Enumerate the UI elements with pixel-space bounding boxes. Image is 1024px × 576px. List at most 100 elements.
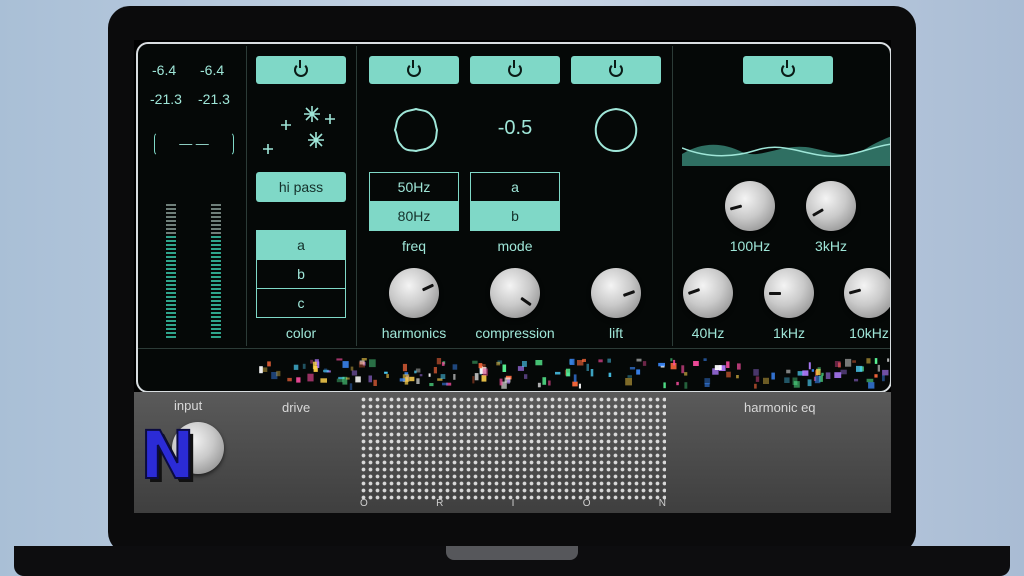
light-speck — [472, 376, 475, 384]
light-reflection-strip — [259, 358, 890, 390]
light-speck — [572, 381, 578, 387]
light-speck — [866, 358, 871, 364]
light-speck — [676, 381, 679, 386]
lift-power-button[interactable] — [571, 56, 661, 84]
hi-pass-button[interactable]: hi pass — [256, 172, 346, 202]
stereo-link-label: — — — [179, 136, 209, 151]
harmonics-power-button[interactable] — [369, 56, 459, 84]
freq-option-80hz[interactable]: 80Hz — [369, 201, 459, 231]
color-option-a[interactable]: a — [256, 230, 346, 260]
light-speck — [714, 365, 722, 370]
stereo-link-toggle[interactable]: — — — [154, 132, 234, 156]
light-speck — [811, 369, 814, 372]
light-speck — [496, 361, 501, 366]
light-speck — [399, 378, 406, 382]
light-speck — [868, 382, 875, 389]
light-speck — [625, 378, 632, 386]
eq-1khz-knob[interactable] — [764, 268, 814, 318]
peak-right-readout: -6.4 — [200, 62, 225, 78]
light-speck — [771, 372, 775, 380]
lift-knob[interactable] — [591, 268, 641, 318]
light-speck — [874, 374, 878, 378]
harmonics-knob[interactable] — [389, 268, 439, 318]
divider — [672, 46, 673, 346]
light-speck — [854, 378, 859, 382]
color-option-b[interactable]: b — [256, 259, 346, 289]
light-speck — [350, 366, 354, 371]
light-speck — [670, 358, 673, 362]
light-speck — [786, 369, 791, 374]
light-speck — [502, 364, 507, 372]
eq-40hz-label: 40Hz — [691, 325, 725, 341]
eq-3khz-knob[interactable] — [806, 181, 856, 231]
light-speck — [877, 364, 880, 372]
freq-caption: freq — [401, 238, 427, 254]
harmonic-eq-label: harmonic eq — [744, 400, 816, 415]
knob-indicator — [769, 292, 781, 295]
knob-indicator — [622, 290, 636, 297]
light-speck — [323, 369, 329, 373]
compression-readout: -0.5 — [497, 117, 533, 139]
light-speck — [336, 358, 343, 361]
light-speck — [586, 363, 589, 371]
light-speck — [302, 363, 306, 369]
light-speck — [419, 374, 423, 377]
light-speck — [825, 372, 831, 379]
mode-option-a[interactable]: a — [470, 172, 560, 202]
light-speck — [802, 370, 809, 376]
light-speck — [386, 374, 389, 378]
light-speck — [737, 363, 741, 370]
light-speck — [276, 370, 281, 377]
eq-10khz-label: 10kHz — [849, 325, 889, 341]
freq-option-50hz[interactable]: 50Hz — [369, 172, 459, 202]
light-speck — [882, 369, 889, 376]
light-speck — [499, 378, 503, 386]
light-speck — [753, 369, 759, 376]
light-speck — [542, 377, 547, 385]
compression-knob[interactable] — [490, 268, 540, 318]
light-speck — [293, 364, 299, 370]
light-speck — [684, 372, 688, 376]
brand-letter: O — [582, 498, 591, 509]
rms-left-readout: -21.3 — [150, 91, 182, 107]
light-speck — [636, 358, 642, 362]
light-speck — [373, 379, 377, 386]
mode-option-b[interactable]: b — [470, 201, 560, 231]
eq-40hz-knob[interactable] — [683, 268, 733, 318]
light-speck — [834, 372, 842, 378]
light-speck — [358, 361, 365, 368]
knob-indicator — [421, 283, 435, 292]
light-speck — [436, 358, 442, 365]
compression-power-button[interactable] — [470, 56, 560, 84]
mode-caption: mode — [497, 238, 533, 254]
divider — [356, 46, 357, 346]
eq-100hz-label: 100Hz — [729, 238, 771, 254]
color-option-c[interactable]: c — [256, 288, 346, 318]
light-speck — [537, 382, 541, 388]
light-speck — [726, 371, 731, 378]
eq-power-button[interactable] — [743, 56, 833, 84]
light-speck — [313, 365, 318, 372]
color-power-button[interactable] — [256, 56, 346, 84]
light-speck — [361, 358, 367, 361]
light-speck — [569, 358, 575, 365]
light-speck — [784, 377, 790, 383]
light-speck — [582, 358, 586, 362]
speaker-grille — [360, 396, 666, 500]
eq-100hz-knob[interactable] — [725, 181, 775, 231]
light-speck — [636, 369, 641, 375]
light-speck — [402, 363, 407, 372]
light-speck — [703, 358, 707, 361]
light-speck — [481, 375, 487, 382]
light-speck — [409, 376, 415, 382]
drive-label: drive — [282, 400, 311, 415]
eq-10khz-knob[interactable] — [844, 268, 890, 318]
light-speck — [642, 361, 647, 366]
plugin-panel: -6.4 -6.4 -21.3 -21.3 — — hi pass a b c … — [136, 42, 891, 393]
light-speck — [433, 367, 437, 374]
light-speck — [522, 361, 527, 367]
knob-indicator — [520, 296, 532, 307]
light-speck — [307, 373, 314, 382]
light-speck — [627, 375, 632, 378]
light-speck — [704, 378, 711, 385]
